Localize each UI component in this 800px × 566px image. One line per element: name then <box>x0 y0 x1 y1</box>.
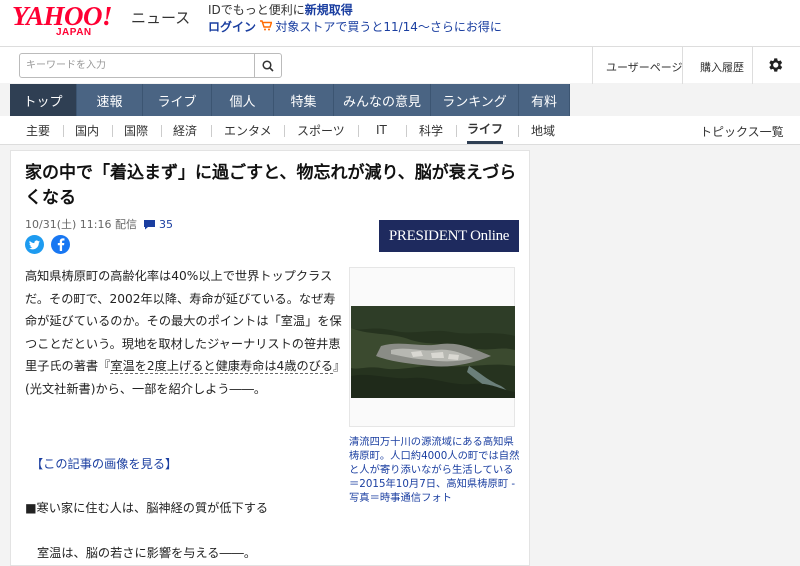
article-date: 10/31(土) 11:16 配信 <box>25 218 137 231</box>
town-aerial-photo <box>351 306 515 398</box>
search-button[interactable] <box>254 54 281 77</box>
photo-caption: 清流四万十川の源流域にある高知県梼原町。人口約4000人の町では自然と人が寄り添… <box>349 436 520 504</box>
promo-area: IDでもっと便利に新規取得 ログイン 対象ストアで買うと11/14〜さらにお得に <box>208 2 502 36</box>
section-heading: ■寒い家に住む人は、脳神経の質が低下する <box>25 501 269 515</box>
facebook-share-button[interactable] <box>51 235 70 254</box>
tab-science[interactable]: 科学 <box>419 116 443 144</box>
nav-item-individual[interactable]: 個人 <box>212 84 274 116</box>
purchase-history-link[interactable]: 購入履歴 <box>700 59 744 75</box>
logo-subtitle: JAPAN <box>56 27 92 38</box>
main-nav: トップ 速報 ライブ 個人 特集 みんなの意見 ランキング 有料 <box>10 84 570 116</box>
logo-wordmark: YAHOO! <box>12 1 113 31</box>
facebook-icon <box>57 238 64 251</box>
tab-separator <box>518 125 519 137</box>
tab-separator <box>358 125 359 137</box>
nav-item-top[interactable]: トップ <box>10 84 77 116</box>
nav-item-feature[interactable]: 特集 <box>274 84 334 116</box>
tab-sports[interactable]: スポーツ <box>297 116 345 144</box>
book-title-link[interactable]: 室温を2度上げると健康寿命は4歳のびる <box>110 359 334 375</box>
settings-button[interactable] <box>766 56 784 74</box>
toolbar-divider <box>752 47 753 84</box>
tab-separator <box>112 125 113 137</box>
tab-regional[interactable]: 地域 <box>531 116 555 144</box>
nav-item-ranking[interactable]: ランキング <box>431 84 519 116</box>
promo-text: IDでもっと便利に <box>208 3 305 17</box>
gear-icon <box>769 58 783 72</box>
login-link[interactable]: ログイン <box>208 20 256 34</box>
toolbar-divider <box>682 47 683 84</box>
user-page-link[interactable]: ユーザーページ <box>606 59 683 75</box>
article-card: 家の中で「着込まず」に過ごすと、物忘れが減り、脳が衰えづらくなる 10/31(土… <box>10 150 530 566</box>
store-promo-link[interactable]: 対象ストアで買うと11/14〜さらにお得に <box>275 20 502 34</box>
signup-link[interactable]: 新規取得 <box>305 3 353 17</box>
tab-separator <box>284 125 285 137</box>
photo-frame <box>349 267 515 427</box>
comment-icon <box>143 219 155 229</box>
search-icon <box>262 59 274 72</box>
comment-count: 35 <box>158 217 173 231</box>
tab-international[interactable]: 国際 <box>124 116 148 144</box>
topics-list-link[interactable]: トピックス一覧 <box>700 123 784 140</box>
nav-item-breaking[interactable]: 速報 <box>77 84 143 116</box>
comment-link[interactable]: 35 <box>143 218 173 231</box>
share-buttons <box>25 235 77 254</box>
tab-separator <box>63 125 64 137</box>
tab-separator <box>456 125 457 137</box>
nav-item-paid[interactable]: 有料 <box>519 84 570 116</box>
twitter-share-button[interactable] <box>25 235 44 254</box>
publisher-logo[interactable]: PRESIDENT Online <box>379 220 519 252</box>
nav-item-live[interactable]: ライブ <box>143 84 212 116</box>
view-images-link[interactable]: 【この記事の画像を見る】 <box>31 454 177 472</box>
twitter-icon <box>29 239 40 249</box>
site-header: YAHOO! JAPAN ニュース IDでもっと便利に新規取得 ログイン 対象ス… <box>0 0 800 46</box>
article-lead: 高知県梼原町の高齢化率は40%以上で世界トップクラスだ。その町で、2002年以降… <box>25 265 343 401</box>
article-lead-text: 高知県梼原町の高齢化率は40%以上で世界トップクラスだ。その町で、2002年以降… <box>25 269 342 374</box>
article-paragraph: 室温は、脳の若さに影響を与える――。 <box>37 546 257 560</box>
yahoo-japan-logo[interactable]: YAHOO! JAPAN <box>12 3 130 41</box>
tab-separator <box>211 125 212 137</box>
toolbar-divider <box>592 47 593 84</box>
article-title: 家の中で「着込まず」に過ごすと、物忘れが減り、脳が衰えづらくなる <box>25 163 517 208</box>
search-input[interactable] <box>20 54 255 77</box>
tab-entertainment[interactable]: エンタメ <box>224 116 272 144</box>
category-tabs: 主要 国内 国際 経済 エンタメ スポーツ IT 科学 ライフ 地域 トピックス… <box>0 116 800 145</box>
tab-it[interactable]: IT <box>376 116 387 144</box>
tab-main[interactable]: 主要 <box>26 116 50 144</box>
tab-economy[interactable]: 経済 <box>173 116 197 144</box>
cart-icon <box>259 20 276 34</box>
toolbar: ユーザーページ 購入履歴 <box>0 46 800 84</box>
section-title[interactable]: ニュース <box>131 7 190 28</box>
tab-domestic[interactable]: 国内 <box>75 116 99 144</box>
nav-item-opinions[interactable]: みんなの意見 <box>334 84 431 116</box>
tab-separator <box>161 125 162 137</box>
article-meta: 10/31(土) 11:16 配信 35 <box>25 216 173 232</box>
tab-life[interactable]: ライフ <box>467 116 504 144</box>
search-box <box>19 53 282 78</box>
tab-separator <box>406 125 407 137</box>
article-photo[interactable]: 清流四万十川の源流域にある高知県梼原町。人口約4000人の町では自然と人が寄り添… <box>349 267 519 507</box>
